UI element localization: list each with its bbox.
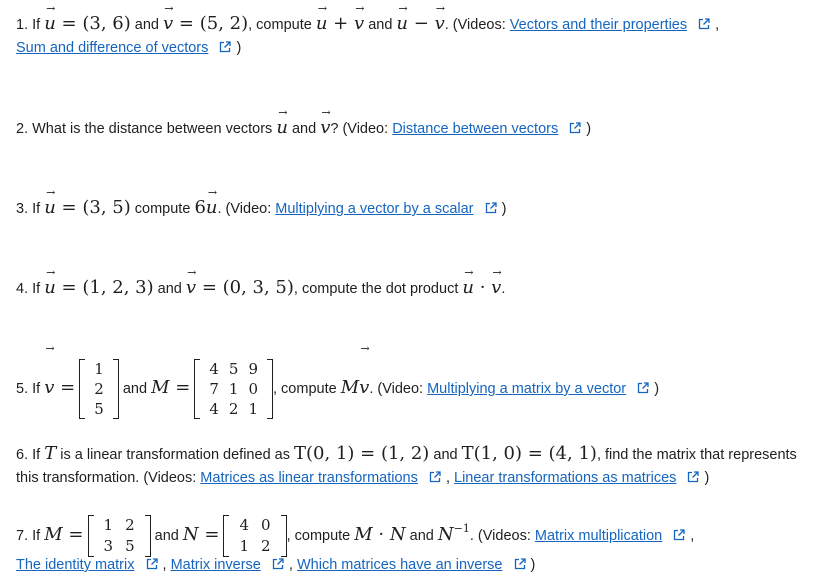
matrix-cell: 0	[261, 516, 271, 535]
external-link-icon	[686, 470, 700, 484]
math-expression: M =	[44, 524, 84, 545]
link-matrix-multiplication[interactable]: Matrix multiplication	[535, 528, 662, 544]
external-link-icon	[271, 557, 285, 571]
matrix-cell: 1	[103, 516, 114, 535]
matrix-cell: 5	[94, 400, 104, 419]
math-expression: u = (3, 6)	[44, 13, 131, 34]
problem-4: 4. If u = (1, 2, 3) and v = (0, 3, 5), c…	[16, 276, 505, 301]
problem-5: 5. If v = 1 2 5 and M = 459 710 421 , co…	[16, 352, 659, 428]
math-expression: u = (1, 2, 3)	[44, 277, 153, 298]
math-expression: u + v	[316, 13, 364, 34]
problem-number: 3.	[16, 201, 29, 217]
vector-v-column: 1 2 5	[79, 359, 119, 420]
math-expression: Mv	[341, 377, 370, 398]
problem-2: 2. What is the distance between vectors …	[16, 116, 591, 141]
problem-number: 5.	[16, 381, 29, 397]
problem-3: 3. If u = (3, 5) compute 6u. (Video: Mul…	[16, 196, 506, 221]
external-link-icon	[568, 121, 582, 135]
problem-number: 2.	[16, 121, 29, 137]
problem-6-line-2: this transformation. (Videos: Matrices a…	[16, 470, 710, 486]
external-link-icon	[428, 470, 442, 484]
math-expression: N =	[182, 524, 220, 545]
problem-7: 7. If M = 12 35 and N = 40 12 , compute …	[16, 515, 695, 558]
link-sum-difference-vectors[interactable]: Sum and difference of vectors	[16, 40, 208, 56]
math-expression: v	[320, 117, 330, 138]
external-link-icon	[218, 40, 232, 54]
math-expression: u − v	[396, 13, 444, 34]
problem-7-line-2: The identity matrix , Matrix inverse , W…	[16, 557, 536, 573]
link-vectors-properties[interactable]: Vectors and their properties	[510, 17, 687, 33]
matrix-N: 40 12	[223, 515, 287, 558]
link-distance-between-vectors[interactable]: Distance between vectors	[392, 121, 558, 137]
problem-number: 4.	[16, 281, 29, 297]
external-link-icon	[484, 201, 498, 215]
matrix-M: 12 35	[87, 515, 151, 558]
math-expression: T(0, 1) = (1, 2)	[294, 443, 430, 464]
problem-1: 1. If u = (3, 6) and v = (5, 2), compute…	[16, 12, 719, 37]
link-multiplying-matrix-vector[interactable]: Multiplying a matrix by a vector	[427, 381, 626, 397]
math-expression: v = (5, 2)	[163, 13, 248, 34]
problem-number: 1.	[16, 17, 29, 33]
matrix-cell: 4	[239, 516, 250, 535]
matrix-cell: 1	[94, 360, 104, 379]
math-expression: v = (0, 3, 5)	[186, 277, 294, 298]
problem-1-line-2: Sum and difference of vectors )	[16, 40, 242, 56]
math-expression: v =	[44, 377, 75, 398]
problem-number: 6.	[16, 447, 29, 463]
problem-number: 7.	[16, 528, 29, 544]
matrix-cell: 1	[248, 400, 258, 419]
math-expression: T(1, 0) = (4, 1)	[461, 443, 597, 464]
math-expression: u	[276, 117, 288, 138]
matrix-cell: 2	[125, 516, 135, 535]
external-link-icon	[145, 557, 159, 571]
math-expression: u · v	[462, 277, 501, 298]
link-which-matrices-inverse[interactable]: Which matrices have an inverse	[297, 557, 503, 573]
math-expression: M · N	[354, 524, 406, 545]
matrix-cell: 4	[209, 400, 219, 419]
math-expression: N−1	[437, 522, 470, 545]
math-expression: T	[44, 443, 57, 464]
matrix-cell: 2	[94, 380, 104, 399]
external-link-icon	[513, 557, 527, 571]
matrix-cell: 9	[248, 360, 258, 379]
problem-6: 6. If T is a linear transformation defin…	[16, 443, 797, 464]
math-expression: 6u	[194, 197, 217, 218]
external-link-icon	[636, 381, 650, 395]
matrix-cell: 5	[228, 360, 239, 379]
matrix-cell: 0	[248, 380, 258, 399]
matrix-cell: 4	[209, 360, 219, 379]
math-expression: u = (3, 5)	[44, 197, 131, 218]
matrix-M: 459 710 421	[194, 359, 273, 420]
matrix-cell: 7	[209, 380, 219, 399]
external-link-icon	[697, 17, 711, 31]
link-matrix-inverse[interactable]: Matrix inverse	[171, 557, 261, 573]
link-identity-matrix[interactable]: The identity matrix	[16, 557, 134, 573]
math-expression: M =	[151, 377, 191, 398]
link-multiplying-vector-scalar[interactable]: Multiplying a vector by a scalar	[275, 201, 473, 217]
link-linear-transformations-matrices[interactable]: Linear transformations as matrices	[454, 470, 676, 486]
matrix-cell: 2	[228, 400, 239, 419]
link-matrices-linear-transformations[interactable]: Matrices as linear transformations	[200, 470, 418, 486]
external-link-icon	[672, 528, 686, 542]
matrix-cell: 1	[228, 380, 239, 399]
